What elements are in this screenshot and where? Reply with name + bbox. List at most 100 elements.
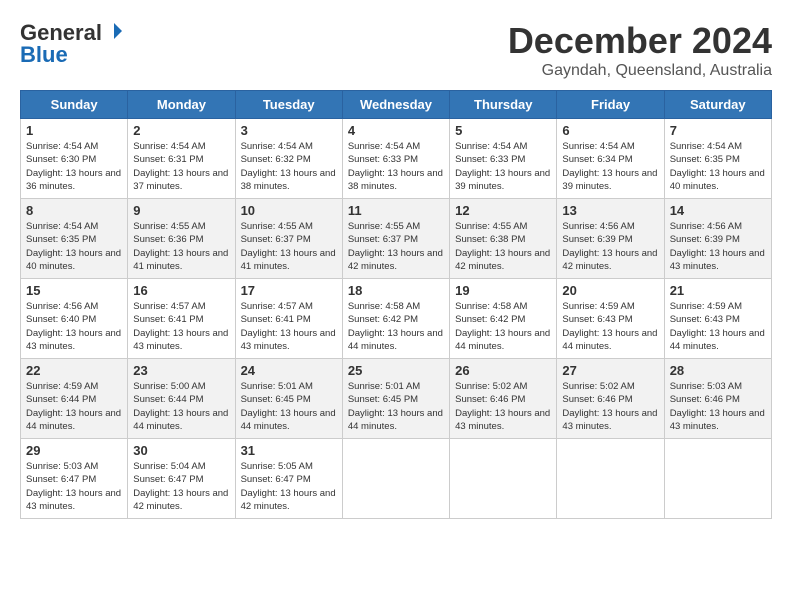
day-number: 5 xyxy=(455,123,551,138)
day-number: 26 xyxy=(455,363,551,378)
day-number: 24 xyxy=(241,363,337,378)
calendar-cell: 28 Sunrise: 5:03 AMSunset: 6:46 PMDaylig… xyxy=(664,359,771,439)
day-number: 10 xyxy=(241,203,337,218)
calendar-cell: 10 Sunrise: 4:55 AMSunset: 6:37 PMDaylig… xyxy=(235,199,342,279)
calendar-cell: 21 Sunrise: 4:59 AMSunset: 6:43 PMDaylig… xyxy=(664,279,771,359)
day-info: Sunrise: 5:03 AMSunset: 6:47 PMDaylight:… xyxy=(26,461,121,512)
day-info: Sunrise: 4:58 AMSunset: 6:42 PMDaylight:… xyxy=(348,301,443,352)
day-info: Sunrise: 4:55 AMSunset: 6:36 PMDaylight:… xyxy=(133,221,228,272)
day-info: Sunrise: 4:57 AMSunset: 6:41 PMDaylight:… xyxy=(241,301,336,352)
day-info: Sunrise: 5:01 AMSunset: 6:45 PMDaylight:… xyxy=(348,381,443,432)
day-info: Sunrise: 4:59 AMSunset: 6:44 PMDaylight:… xyxy=(26,381,121,432)
day-info: Sunrise: 4:54 AMSunset: 6:32 PMDaylight:… xyxy=(241,141,336,192)
day-number: 14 xyxy=(670,203,766,218)
calendar-cell: 19 Sunrise: 4:58 AMSunset: 6:42 PMDaylig… xyxy=(450,279,557,359)
header-saturday: Saturday xyxy=(664,91,771,119)
day-number: 22 xyxy=(26,363,122,378)
calendar-cell: 8 Sunrise: 4:54 AMSunset: 6:35 PMDayligh… xyxy=(21,199,128,279)
day-info: Sunrise: 4:54 AMSunset: 6:31 PMDaylight:… xyxy=(133,141,228,192)
day-info: Sunrise: 4:55 AMSunset: 6:37 PMDaylight:… xyxy=(348,221,443,272)
calendar-cell xyxy=(342,439,449,519)
day-info: Sunrise: 4:56 AMSunset: 6:39 PMDaylight:… xyxy=(562,221,657,272)
calendar-cell: 18 Sunrise: 4:58 AMSunset: 6:42 PMDaylig… xyxy=(342,279,449,359)
day-info: Sunrise: 5:00 AMSunset: 6:44 PMDaylight:… xyxy=(133,381,228,432)
day-number: 1 xyxy=(26,123,122,138)
calendar-cell: 14 Sunrise: 4:56 AMSunset: 6:39 PMDaylig… xyxy=(664,199,771,279)
header-sunday: Sunday xyxy=(21,91,128,119)
calendar-cell: 26 Sunrise: 5:02 AMSunset: 6:46 PMDaylig… xyxy=(450,359,557,439)
day-info: Sunrise: 4:57 AMSunset: 6:41 PMDaylight:… xyxy=(133,301,228,352)
day-info: Sunrise: 4:56 AMSunset: 6:39 PMDaylight:… xyxy=(670,221,765,272)
calendar-cell: 11 Sunrise: 4:55 AMSunset: 6:37 PMDaylig… xyxy=(342,199,449,279)
calendar-table: SundayMondayTuesdayWednesdayThursdayFrid… xyxy=(20,90,772,519)
logo: General Blue xyxy=(20,20,124,68)
header-friday: Friday xyxy=(557,91,664,119)
day-number: 31 xyxy=(241,443,337,458)
calendar-cell: 16 Sunrise: 4:57 AMSunset: 6:41 PMDaylig… xyxy=(128,279,235,359)
day-number: 9 xyxy=(133,203,229,218)
day-number: 13 xyxy=(562,203,658,218)
title-block: December 2024 Gayndah, Queensland, Austr… xyxy=(508,20,772,80)
day-number: 16 xyxy=(133,283,229,298)
calendar-cell: 13 Sunrise: 4:56 AMSunset: 6:39 PMDaylig… xyxy=(557,199,664,279)
day-number: 2 xyxy=(133,123,229,138)
day-info: Sunrise: 5:01 AMSunset: 6:45 PMDaylight:… xyxy=(241,381,336,432)
day-info: Sunrise: 4:54 AMSunset: 6:35 PMDaylight:… xyxy=(670,141,765,192)
day-number: 7 xyxy=(670,123,766,138)
calendar-cell: 23 Sunrise: 5:00 AMSunset: 6:44 PMDaylig… xyxy=(128,359,235,439)
day-info: Sunrise: 5:04 AMSunset: 6:47 PMDaylight:… xyxy=(133,461,228,512)
day-number: 11 xyxy=(348,203,444,218)
calendar-cell: 31 Sunrise: 5:05 AMSunset: 6:47 PMDaylig… xyxy=(235,439,342,519)
day-info: Sunrise: 4:59 AMSunset: 6:43 PMDaylight:… xyxy=(670,301,765,352)
day-info: Sunrise: 5:03 AMSunset: 6:46 PMDaylight:… xyxy=(670,381,765,432)
day-number: 12 xyxy=(455,203,551,218)
calendar-cell: 29 Sunrise: 5:03 AMSunset: 6:47 PMDaylig… xyxy=(21,439,128,519)
page-header: General Blue December 2024 Gayndah, Quee… xyxy=(20,20,772,80)
calendar-header-row: SundayMondayTuesdayWednesdayThursdayFrid… xyxy=(21,91,772,119)
calendar-cell: 17 Sunrise: 4:57 AMSunset: 6:41 PMDaylig… xyxy=(235,279,342,359)
header-wednesday: Wednesday xyxy=(342,91,449,119)
day-info: Sunrise: 4:54 AMSunset: 6:33 PMDaylight:… xyxy=(455,141,550,192)
day-number: 27 xyxy=(562,363,658,378)
calendar-cell: 1 Sunrise: 4:54 AMSunset: 6:30 PMDayligh… xyxy=(21,119,128,199)
day-number: 21 xyxy=(670,283,766,298)
day-info: Sunrise: 4:58 AMSunset: 6:42 PMDaylight:… xyxy=(455,301,550,352)
day-number: 25 xyxy=(348,363,444,378)
calendar-cell: 22 Sunrise: 4:59 AMSunset: 6:44 PMDaylig… xyxy=(21,359,128,439)
calendar-cell: 5 Sunrise: 4:54 AMSunset: 6:33 PMDayligh… xyxy=(450,119,557,199)
day-info: Sunrise: 5:02 AMSunset: 6:46 PMDaylight:… xyxy=(455,381,550,432)
calendar-week-row: 15 Sunrise: 4:56 AMSunset: 6:40 PMDaylig… xyxy=(21,279,772,359)
logo-icon xyxy=(104,21,124,41)
header-thursday: Thursday xyxy=(450,91,557,119)
calendar-cell: 30 Sunrise: 5:04 AMSunset: 6:47 PMDaylig… xyxy=(128,439,235,519)
calendar-cell: 25 Sunrise: 5:01 AMSunset: 6:45 PMDaylig… xyxy=(342,359,449,439)
day-info: Sunrise: 4:55 AMSunset: 6:38 PMDaylight:… xyxy=(455,221,550,272)
calendar-cell: 2 Sunrise: 4:54 AMSunset: 6:31 PMDayligh… xyxy=(128,119,235,199)
calendar-cell: 9 Sunrise: 4:55 AMSunset: 6:36 PMDayligh… xyxy=(128,199,235,279)
day-number: 15 xyxy=(26,283,122,298)
calendar-cell: 24 Sunrise: 5:01 AMSunset: 6:45 PMDaylig… xyxy=(235,359,342,439)
day-info: Sunrise: 5:05 AMSunset: 6:47 PMDaylight:… xyxy=(241,461,336,512)
calendar-cell: 20 Sunrise: 4:59 AMSunset: 6:43 PMDaylig… xyxy=(557,279,664,359)
day-number: 30 xyxy=(133,443,229,458)
day-number: 29 xyxy=(26,443,122,458)
month-title: December 2024 xyxy=(508,20,772,62)
calendar-cell: 4 Sunrise: 4:54 AMSunset: 6:33 PMDayligh… xyxy=(342,119,449,199)
calendar-week-row: 29 Sunrise: 5:03 AMSunset: 6:47 PMDaylig… xyxy=(21,439,772,519)
day-info: Sunrise: 5:02 AMSunset: 6:46 PMDaylight:… xyxy=(562,381,657,432)
day-info: Sunrise: 4:54 AMSunset: 6:35 PMDaylight:… xyxy=(26,221,121,272)
day-number: 8 xyxy=(26,203,122,218)
day-number: 19 xyxy=(455,283,551,298)
calendar-cell: 6 Sunrise: 4:54 AMSunset: 6:34 PMDayligh… xyxy=(557,119,664,199)
logo-blue-text: Blue xyxy=(20,42,68,68)
day-number: 18 xyxy=(348,283,444,298)
day-number: 17 xyxy=(241,283,337,298)
calendar-cell: 12 Sunrise: 4:55 AMSunset: 6:38 PMDaylig… xyxy=(450,199,557,279)
day-number: 28 xyxy=(670,363,766,378)
calendar-week-row: 1 Sunrise: 4:54 AMSunset: 6:30 PMDayligh… xyxy=(21,119,772,199)
day-number: 3 xyxy=(241,123,337,138)
day-info: Sunrise: 4:54 AMSunset: 6:30 PMDaylight:… xyxy=(26,141,121,192)
day-number: 20 xyxy=(562,283,658,298)
calendar-cell xyxy=(450,439,557,519)
day-info: Sunrise: 4:54 AMSunset: 6:34 PMDaylight:… xyxy=(562,141,657,192)
